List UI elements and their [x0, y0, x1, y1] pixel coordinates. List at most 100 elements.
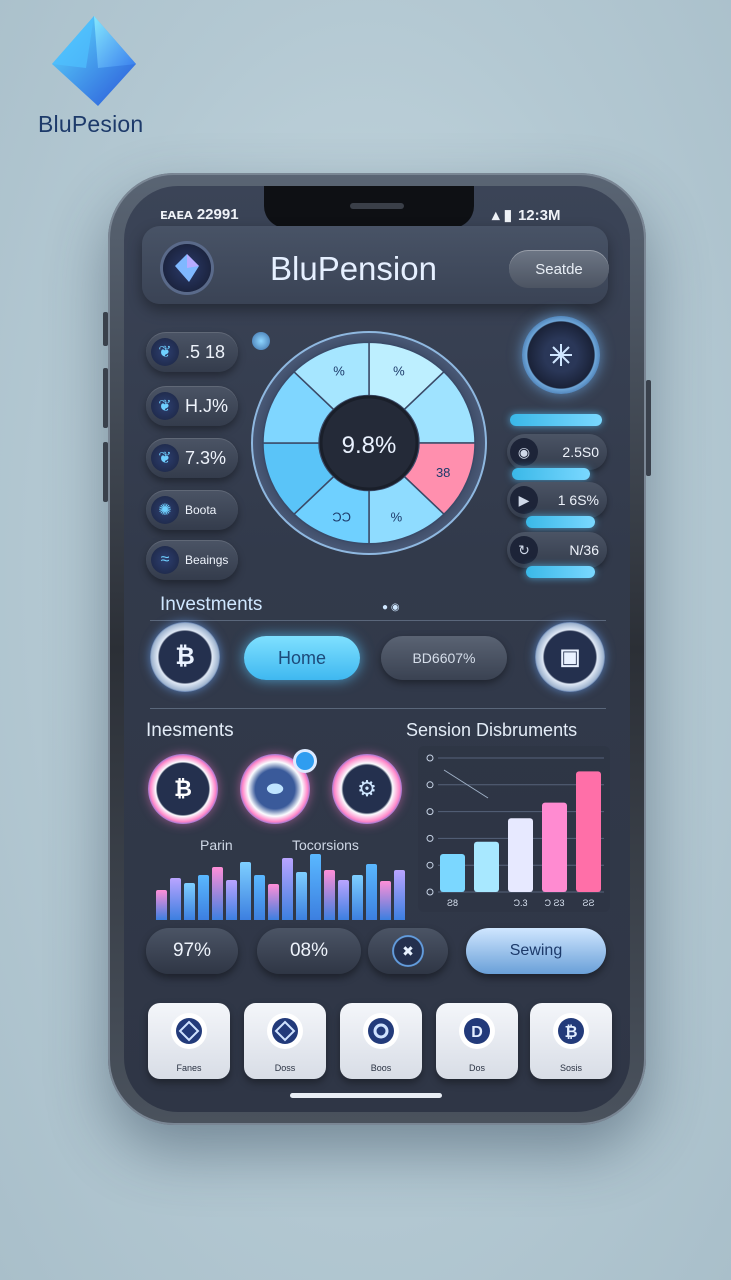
status-right: ▴ ▮ 12:3M: [492, 206, 560, 225]
tab-label: Dos: [468, 1063, 485, 1073]
section-label-investments: Investments: [160, 594, 263, 615]
diamond-icon: [171, 1013, 207, 1049]
dollar-icon: ₿: [553, 1013, 589, 1049]
speaker: [350, 203, 404, 209]
app-logo-icon[interactable]: [163, 244, 211, 292]
tab-fanes[interactable]: Fanes: [148, 1003, 230, 1079]
brand-name: BluPesion: [38, 111, 144, 137]
stat-value: Beaings: [185, 553, 229, 567]
stat-value: H.J%: [185, 395, 229, 416]
svg-text:D: D: [471, 1024, 483, 1041]
stat-value: .5 18: [185, 341, 226, 362]
stat-pill[interactable]: ❦ .5 18: [146, 332, 238, 372]
bitcoin-round-button[interactable]: ₿: [148, 754, 218, 824]
bitcoin-button[interactable]: ₿: [150, 622, 220, 692]
percentage-pill[interactable]: 97%: [146, 928, 238, 974]
gauge-segment-label: %: [333, 364, 345, 379]
stat-value: 7.3%: [185, 447, 227, 468]
chart-bar: [474, 841, 499, 892]
divider: [150, 620, 606, 621]
spark-bar: [254, 875, 265, 920]
stat-pill[interactable]: ≈ Beaings: [146, 540, 238, 580]
spark-bar: [296, 872, 307, 920]
tab-doss[interactable]: Doss: [244, 1003, 326, 1079]
stat-value: N/36: [569, 542, 599, 558]
chart-tick-label: ƧƧ: [582, 898, 594, 908]
shuffle-icon: ✖: [392, 935, 424, 967]
compass-icon[interactable]: [522, 316, 600, 394]
stat-value: 2.5S0: [562, 444, 599, 460]
stat-value: Boota: [185, 503, 217, 517]
tab-label: Boos: [370, 1063, 392, 1073]
status-left-text: ᴇᴀᴇᴀ 22991: [160, 206, 239, 223]
chart-bar: [508, 818, 533, 892]
shuffle-pill[interactable]: ✖: [368, 928, 448, 974]
chart-bar: [576, 771, 601, 892]
savings-button[interactable]: Sewing: [466, 928, 606, 974]
spark-bar: [268, 884, 279, 920]
progress-bar: [526, 566, 595, 578]
page-title: BluPension: [270, 250, 437, 287]
stat-pill[interactable]: ❦ 7.3%: [146, 438, 238, 478]
search-button[interactable]: Seatde: [509, 250, 609, 288]
spark-bar: [310, 854, 321, 920]
spark-bar: [380, 881, 391, 920]
spark-bar: [212, 867, 223, 920]
stat-row[interactable]: ◉ 2.5S0: [507, 434, 607, 470]
power-button: [646, 380, 651, 476]
divider: [150, 708, 606, 709]
stat-row[interactable]: ▶ 1 6S%: [507, 482, 607, 518]
gear-icon: ⚙: [357, 776, 377, 801]
tab-sosis[interactable]: ₿ Sosis: [530, 1003, 612, 1079]
sparkline-bars: [156, 848, 406, 920]
eye-icon: ● ◉: [382, 602, 400, 613]
wallet-button[interactable]: ▣: [535, 622, 605, 692]
stat-pill[interactable]: ❦ H.J%: [146, 386, 238, 426]
leaf-icon: ❦: [151, 392, 179, 420]
savings-label: Sewing: [509, 942, 563, 959]
tab-label: Doss: [274, 1063, 296, 1073]
section-label-distributions: Sension Disbruments: [406, 720, 578, 740]
gauge-segment-label: 38: [436, 465, 450, 480]
progress-bar: [526, 516, 595, 528]
settings-round-button[interactable]: ⚙: [332, 754, 402, 824]
wave-icon: ≈: [151, 546, 179, 574]
volume-down-button: [103, 442, 108, 502]
pill-value: 97%: [172, 940, 212, 961]
home-button[interactable]: Home: [244, 636, 360, 680]
spark-bar: [198, 875, 209, 920]
coin-icon: ◉: [510, 438, 538, 466]
spark-bar: [240, 862, 251, 920]
secondary-label: BD6607%: [412, 650, 476, 666]
spark-bar: [366, 864, 377, 920]
chat-icon: ⬬: [266, 777, 284, 800]
section-label-inesments: Inesments: [146, 720, 234, 741]
percentage-pill[interactable]: 08%: [257, 928, 361, 974]
tab-label: Sosis: [559, 1063, 582, 1073]
chart-tick-label: Ƨ8: [447, 898, 458, 908]
progress-bar: [512, 468, 590, 480]
bitcoin-icon: ₿: [174, 776, 192, 801]
wallet-icon: ▣: [559, 644, 581, 669]
home-indicator[interactable]: [290, 1093, 442, 1098]
progress-bar: [510, 414, 602, 426]
spark-bar: [170, 878, 181, 920]
secondary-nav-button[interactable]: BD6607%: [381, 636, 507, 680]
tab-dos[interactable]: D Dos: [436, 1003, 518, 1079]
bitcoin-icon: ₿: [175, 643, 195, 670]
volume-up-button: [103, 368, 108, 428]
spark-bar: [394, 870, 405, 920]
leaf-icon: ❦: [151, 338, 179, 366]
stat-value: 1 6S%: [557, 492, 599, 508]
spark-bar: [324, 870, 335, 920]
stat-row[interactable]: ↻ N/36: [507, 532, 607, 568]
spark-bar: [156, 890, 167, 920]
distribution-chart[interactable]: Ƨ8 Ɔ.3 Ɔ Ƨ3 ƧƧ: [418, 746, 610, 912]
refresh-icon: ↻: [510, 536, 538, 564]
tab-boos[interactable]: Boos: [340, 1003, 422, 1079]
chart-bar: [542, 802, 567, 892]
home-label: Home: [277, 647, 326, 668]
stat-pill[interactable]: ✺ Boota: [146, 490, 238, 530]
spark-bar: [184, 883, 195, 920]
gauge-value: 9.8%: [341, 432, 397, 459]
